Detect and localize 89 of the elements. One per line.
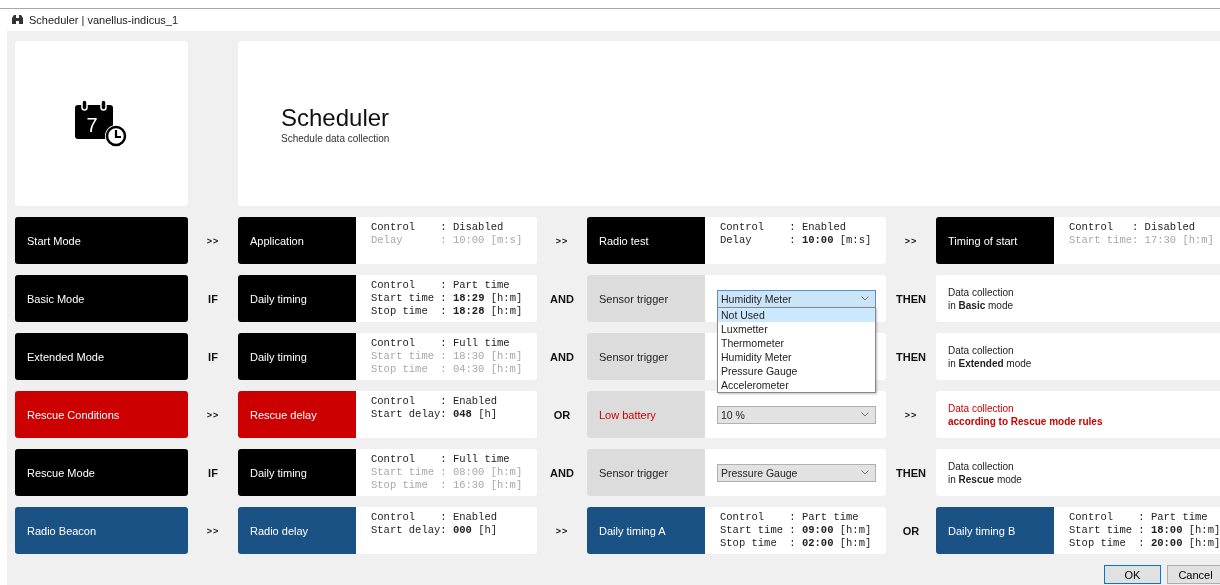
block-label: Daily timing — [238, 333, 356, 380]
sensor-select[interactable]: Pressure Gauge — [717, 463, 876, 482]
ok-button[interactable]: OK — [1104, 565, 1161, 584]
connector-label: >> — [904, 409, 918, 420]
sensor-select[interactable]: 10 % — [717, 405, 876, 424]
result-text: Data collection — [948, 459, 1015, 473]
mode-label: Radio Beacon — [15, 507, 188, 554]
info-line: Control : Part time — [720, 511, 860, 524]
info-line: Control : Part time — [371, 279, 511, 292]
dropdown-option[interactable]: Thermometer — [718, 336, 875, 350]
block-label: Radio test — [587, 217, 705, 264]
block-label: Application — [238, 217, 356, 264]
dropdown-option[interactable]: Not Used — [718, 308, 875, 322]
info-line: Start time : 08:00 [h:m] — [371, 466, 523, 479]
info-line: Delay : 10:00 [m:s] — [720, 234, 872, 247]
connector-label: IF — [208, 466, 218, 479]
block-label: Sensor trigger — [587, 275, 705, 322]
result-text: in Extended mode — [948, 356, 1032, 370]
info-line: Control : Disabled — [371, 221, 505, 234]
mode-label: Start Mode — [15, 217, 188, 264]
dropdown-option[interactable]: Pressure Gauge — [718, 364, 875, 378]
result-text: according to Rescue mode rules — [948, 414, 1103, 428]
block-label: Daily timing B — [936, 507, 1054, 554]
dropdown-option[interactable]: Humidity Meter — [718, 350, 875, 364]
info-line: Stop time : 02:00 [h:m] — [720, 537, 872, 550]
connector-label: OR — [553, 408, 571, 421]
result-text: in Basic mode — [948, 298, 1014, 312]
caret-icon — [861, 296, 869, 301]
connector-label: >> — [555, 235, 569, 246]
info-line: Control : Enabled — [371, 395, 498, 408]
info-line: Stop time : 18:28 [h:m] — [371, 305, 523, 318]
block-label: Low battery — [587, 391, 705, 438]
info-line: Start delay: 048 [h] — [371, 408, 498, 421]
cancel-button[interactable]: Cancel — [1167, 565, 1220, 584]
info-line: Stop time : 04:30 [h:m] — [371, 363, 523, 376]
info-line: Start time : 18:30 [h:m] — [371, 350, 523, 363]
block-label: Daily timing — [238, 449, 356, 496]
block-label: Daily timing A — [587, 507, 705, 554]
connector-label: IF — [208, 350, 218, 363]
connector-label: >> — [206, 235, 220, 246]
binoculars-icon — [11, 15, 24, 25]
caret-icon — [861, 470, 869, 475]
dropdown-option[interactable]: Luxmetter — [718, 322, 875, 336]
connector-label: THEN — [896, 292, 926, 305]
block-label: Daily timing — [238, 275, 356, 322]
dropdown-option[interactable]: Accelerometer — [718, 378, 875, 392]
connector-label: OR — [902, 524, 920, 537]
info-line: Control : Disabled — [1069, 221, 1197, 234]
info-line: Stop time : 16:30 [h:m] — [371, 479, 523, 492]
block-label: Radio delay — [238, 507, 356, 554]
connector-label: THEN — [896, 466, 926, 479]
mode-label: Extended Mode — [15, 333, 188, 380]
connector-label: >> — [555, 525, 569, 536]
info-line: Control : Full time — [371, 337, 511, 350]
connector-label: >> — [206, 409, 220, 420]
info-line: Delay : 10:00 [m:s] — [371, 234, 523, 247]
connector-label: AND — [550, 466, 574, 479]
info-line: Control : Full time — [371, 453, 511, 466]
connector-label: IF — [208, 292, 218, 305]
info-line: Control : Enabled — [720, 221, 848, 234]
info-line: Start time : 18:29 [h:m] — [371, 292, 523, 305]
result-text: Data collection — [948, 285, 1014, 299]
block-label: Timing of start — [936, 217, 1054, 264]
result-text: Data collection — [948, 343, 1015, 357]
info-line: Stop time : 20:00 [h:m] — [1069, 537, 1220, 550]
connector-label: >> — [206, 525, 220, 536]
block-label: Rescue delay — [238, 391, 356, 438]
info-line: Start time : 18:00 [h:m] — [1069, 524, 1220, 537]
caret-icon — [861, 412, 869, 417]
info-line: Start delay: 000 [h] — [371, 524, 498, 537]
info-line: Start time : 09:00 [h:m] — [720, 524, 872, 537]
connector-label: AND — [550, 350, 574, 363]
info-line: Control : Part time — [1069, 511, 1209, 524]
mode-label: Rescue Conditions — [15, 391, 188, 438]
result-text: in Rescue mode — [948, 472, 1022, 486]
page-title: Scheduler — [281, 103, 390, 133]
sensor-select[interactable]: Humidity Meter — [717, 289, 876, 308]
block-label: Sensor trigger — [587, 449, 705, 496]
info-line: Control : Enabled — [371, 511, 498, 524]
window-title: Scheduler | vanellus-indicus_1 — [29, 14, 178, 26]
result-text: Data collection — [948, 401, 1015, 415]
connector-label: >> — [904, 235, 918, 246]
block-label: Sensor trigger — [587, 333, 705, 380]
mode-label: Rescue Mode — [15, 449, 188, 496]
connector-label: THEN — [896, 350, 926, 363]
mode-label: Basic Mode — [15, 275, 188, 322]
page-subtitle: Schedule data collection — [281, 133, 390, 144]
info-line: Start time: 17:30 [h:m] — [1069, 234, 1214, 247]
connector-label: AND — [550, 292, 574, 305]
